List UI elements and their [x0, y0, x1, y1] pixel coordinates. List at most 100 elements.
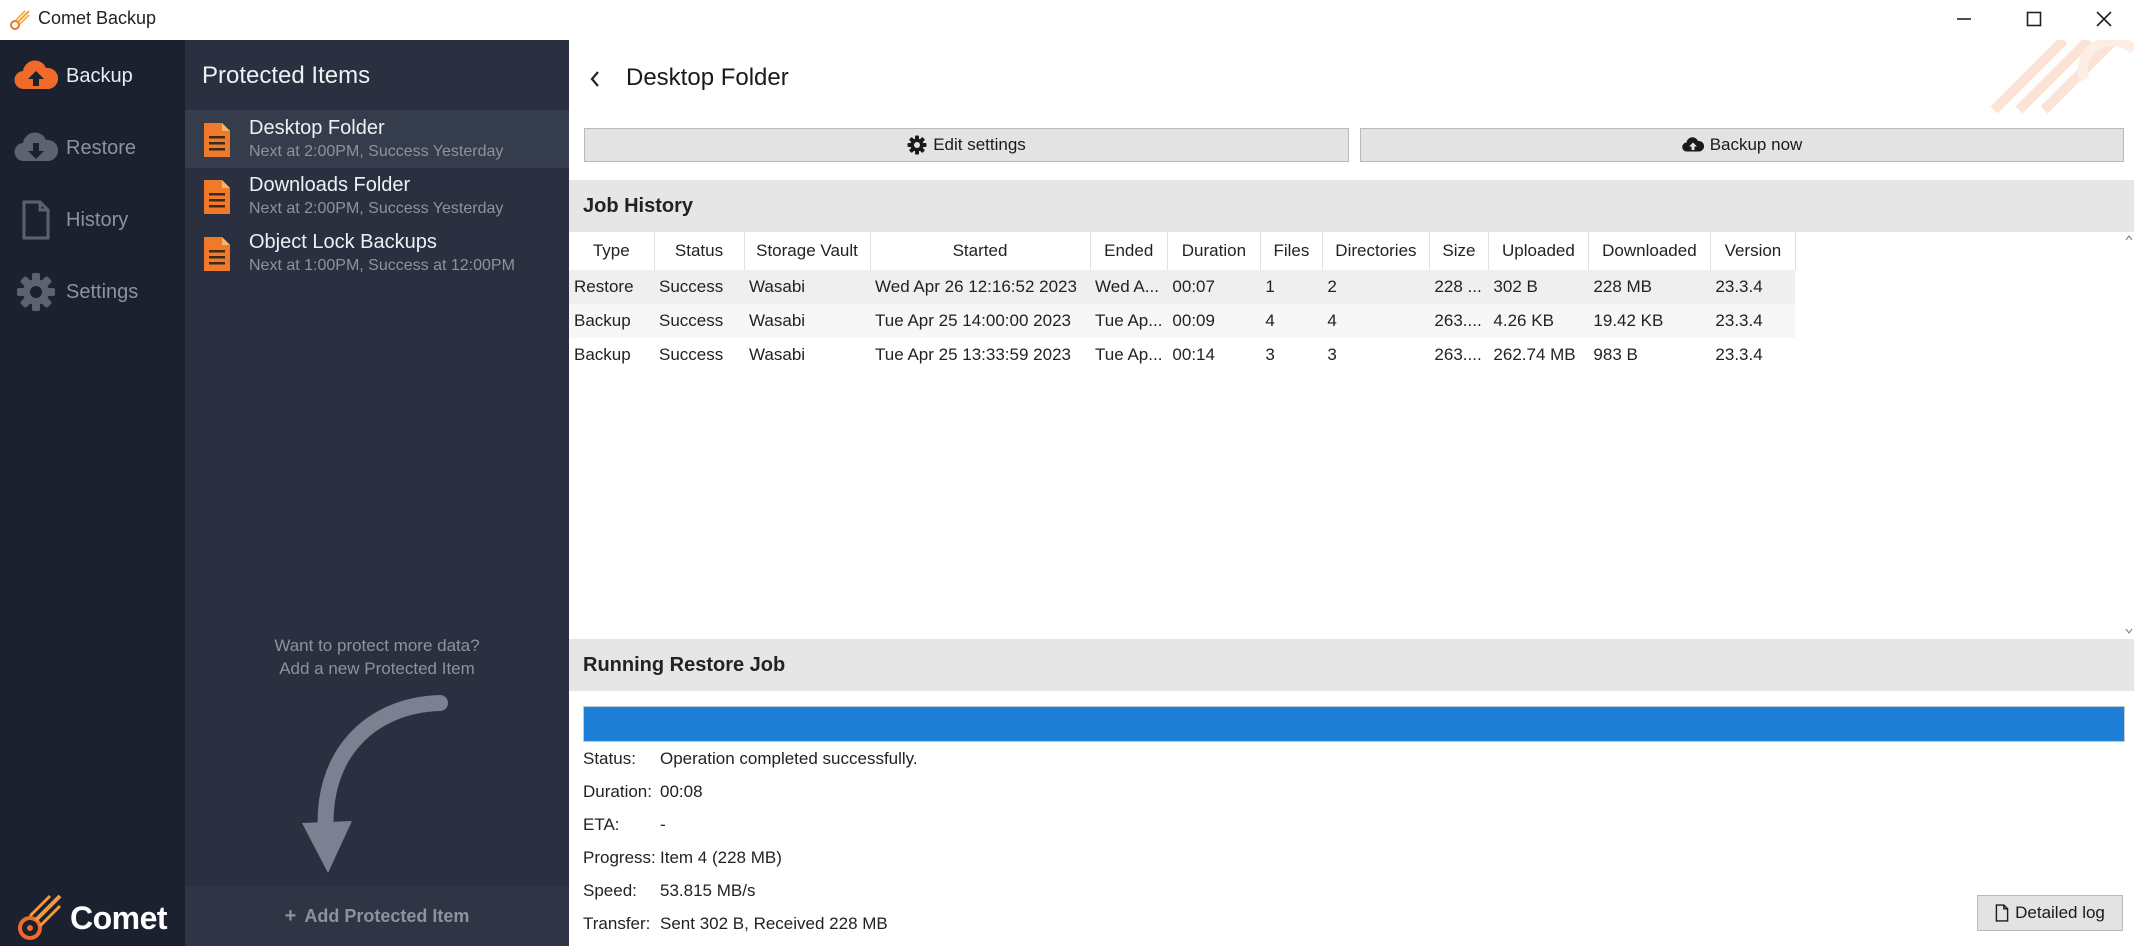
- protected-item-schedule: Next at 2:00PM, Success Yesterday: [249, 200, 504, 217]
- column-header[interactable]: Started: [870, 232, 1091, 270]
- curved-arrow-icon: [302, 695, 448, 873]
- protected-item-schedule: Next at 1:00PM, Success at 12:00PM: [249, 257, 515, 274]
- table-header-row: Type Status Storage Vault Started Ended …: [569, 232, 1796, 270]
- column-header[interactable]: Type: [569, 232, 655, 270]
- chevron-left-icon: [590, 71, 599, 87]
- column-header[interactable]: Directories: [1322, 232, 1430, 270]
- table-cell: 262.74 MB: [1493, 345, 1576, 364]
- job-history-heading: Job History: [583, 194, 694, 217]
- table-row[interactable]: Backup Success Wasabi Tue Apr 25 13:33:5…: [569, 338, 1795, 372]
- logo-text: Comet: [70, 899, 168, 936]
- running-job-heading: Running Restore Job: [583, 653, 786, 676]
- table-cell: 2: [1322, 270, 1430, 304]
- table-cell: Wasabi: [744, 270, 870, 304]
- table-cell: 00:07: [1167, 270, 1261, 304]
- column-header[interactable]: Ended: [1090, 232, 1168, 270]
- table-cell: Wasabi: [744, 304, 870, 338]
- transfer-row: Transfer: Sent 302 B, Received 228 MB: [583, 914, 888, 934]
- table-cell: Backup: [574, 345, 631, 364]
- document-icon: [204, 123, 230, 157]
- edit-settings-label: Edit settings: [933, 135, 1026, 154]
- backup-now-button[interactable]: Backup now: [1360, 128, 2124, 162]
- table-cell: Tue Ap...: [1090, 304, 1168, 338]
- table-cell: 983 B: [1593, 345, 1638, 364]
- page-title: Desktop Folder: [626, 64, 789, 91]
- protected-item-name: Desktop Folder: [249, 117, 385, 139]
- table-cell: 4: [1322, 304, 1430, 338]
- backup-now-label: Backup now: [1709, 135, 1803, 154]
- progress-fill: [584, 707, 2124, 741]
- field-value: 00:08: [660, 782, 703, 801]
- duration-row: Duration: 00:08: [583, 782, 703, 802]
- field-label: Progress:: [583, 848, 656, 867]
- decorative-stripes: [1990, 40, 2134, 114]
- column-header[interactable]: Uploaded: [1488, 232, 1589, 270]
- promo-line: Want to protect more data?: [274, 636, 480, 655]
- nav-item-settings[interactable]: Settings: [0, 262, 185, 322]
- column-header[interactable]: Version: [1710, 232, 1796, 270]
- gear-icon: [907, 135, 927, 155]
- column-header[interactable]: Downloaded: [1588, 232, 1711, 270]
- job-history-header: Job History: [569, 180, 2134, 232]
- status-row: Status: Operation completed successfully.: [583, 749, 918, 769]
- title-bar: Comet Backup: [0, 0, 2134, 40]
- table-cell: 228 ...: [1429, 270, 1489, 304]
- document-icon: [1995, 904, 2009, 922]
- maximize-icon: [2026, 11, 2042, 27]
- close-button[interactable]: [2069, 0, 2134, 38]
- job-history-table: Type Status Storage Vault Started Ended …: [569, 232, 1796, 372]
- table-row[interactable]: Backup Success Wasabi Tue Apr 25 14:00:0…: [569, 304, 1796, 338]
- nav-label: Settings: [66, 280, 139, 303]
- add-protected-item-button[interactable]: + Add Protected Item: [185, 886, 569, 946]
- protected-item-name: Object Lock Backups: [249, 231, 437, 253]
- table-cell: 302 B: [1488, 270, 1589, 304]
- table-cell: 00:09: [1167, 304, 1261, 338]
- table-cell: Success: [654, 270, 744, 304]
- field-value: Operation completed successfully.: [660, 749, 918, 768]
- main-nav: Backup Restore History Settings Comet: [0, 40, 185, 946]
- table-scrollbar[interactable]: [2124, 232, 2134, 637]
- table-cell: Tue Ap...: [1095, 345, 1163, 364]
- table-cell: Wed Apr 26 12:16:52 2023: [870, 270, 1090, 304]
- maximize-button[interactable]: [1999, 0, 2069, 38]
- nav-item-history[interactable]: History: [0, 190, 185, 250]
- table-cell: 3: [1327, 345, 1337, 364]
- field-label: Transfer:: [583, 914, 651, 933]
- nav-item-backup[interactable]: Backup: [0, 46, 185, 106]
- back-button[interactable]: [589, 64, 611, 94]
- add-protected-item-label: Add Protected Item: [304, 905, 470, 926]
- minimize-button[interactable]: [1929, 0, 1999, 38]
- minimize-icon: [1957, 18, 1971, 20]
- protected-item[interactable]: Downloads Folder Next at 2:00PM, Success…: [185, 168, 569, 225]
- nav-item-restore[interactable]: Restore: [0, 118, 185, 178]
- close-icon: [2096, 11, 2112, 27]
- table-cell: 23.3.4: [1710, 270, 1796, 304]
- comet-logo-icon: [18, 894, 62, 940]
- field-value: Item 4 (228 MB): [660, 848, 782, 867]
- speed-row: Speed: 53.815 MB/s: [583, 881, 755, 901]
- edit-settings-button[interactable]: Edit settings: [584, 128, 1349, 162]
- field-value: 53.815 MB/s: [660, 881, 756, 900]
- window-title: Comet Backup: [38, 8, 157, 28]
- protected-item[interactable]: Desktop Folder Next at 2:00PM, Success Y…: [185, 111, 569, 168]
- table-cell: 4.26 KB: [1488, 304, 1589, 338]
- table-cell: 23.3.4: [1715, 345, 1763, 364]
- document-icon: [14, 198, 58, 242]
- detailed-log-label: Detailed log: [2015, 903, 2105, 922]
- comet-logo: Comet: [16, 890, 176, 946]
- column-header[interactable]: Storage Vault: [744, 232, 871, 270]
- cloud-upload-icon: [1681, 137, 1704, 152]
- table-cell: Tue Apr 25 14:00:00 2023: [870, 304, 1090, 338]
- detailed-log-button[interactable]: Detailed log: [1977, 895, 2123, 931]
- add-item-promo: Want to protect more data? Add a new Pro…: [185, 634, 569, 680]
- column-header[interactable]: Duration: [1167, 232, 1261, 270]
- table-row[interactable]: Restore Success Wasabi Wed Apr 26 12:16:…: [569, 270, 1796, 304]
- column-header[interactable]: Size: [1429, 232, 1489, 270]
- column-header[interactable]: Files: [1260, 232, 1323, 270]
- panel-heading: Protected Items: [202, 62, 371, 89]
- table-cell: 23.3.4: [1710, 304, 1796, 338]
- column-header[interactable]: Status: [654, 232, 745, 270]
- table-cell: 00:14: [1172, 345, 1215, 364]
- protected-item[interactable]: Object Lock Backups Next at 1:00PM, Succ…: [185, 225, 569, 282]
- table-cell: 1: [1260, 270, 1323, 304]
